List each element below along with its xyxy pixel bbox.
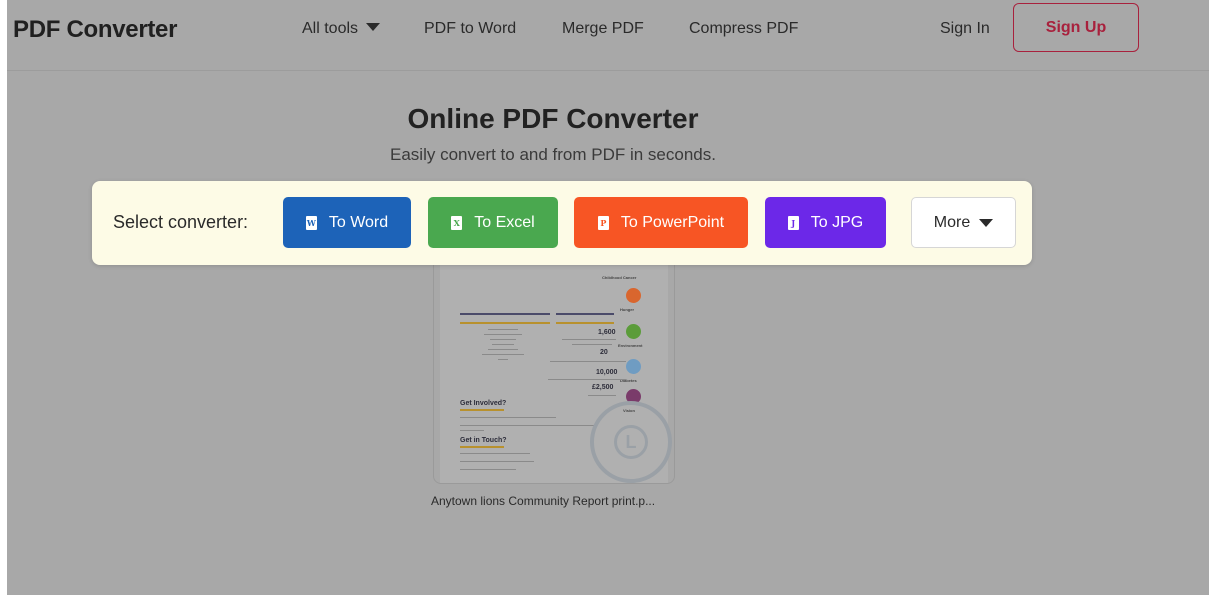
- doc-text-line: [562, 339, 616, 340]
- sign-up-button[interactable]: Sign Up: [1013, 3, 1139, 52]
- word-icon: W: [305, 215, 317, 230]
- sign-in-link[interactable]: Sign In: [940, 20, 990, 38]
- to-word-label: To Word: [328, 213, 389, 231]
- icon-label: Hunger: [620, 307, 634, 312]
- icon-label: Environment: [618, 343, 643, 348]
- doc-heading: Get Involved?: [460, 400, 507, 407]
- powerpoint-icon: P: [597, 215, 609, 230]
- doc-text-line: [572, 344, 612, 345]
- to-excel-label: To Excel: [474, 213, 535, 231]
- converter-bar: Select converter: W To Word X To Excel P…: [92, 181, 1032, 265]
- doc-text-line: [550, 361, 626, 362]
- nav-all-tools-label: All tools: [302, 20, 359, 37]
- doc-underline: [556, 322, 614, 324]
- to-jpg-label: To JPG: [810, 213, 864, 231]
- page-title: Online PDF Converter: [407, 103, 699, 134]
- doc-text-line: [460, 461, 534, 462]
- page-subtitle: Easily convert to and from PDF in second…: [390, 145, 716, 164]
- diabetes-icon: [626, 359, 641, 374]
- file-name: Anytown lions Community Report print.p..…: [431, 494, 656, 508]
- nav-pdf-to-word[interactable]: PDF to Word: [424, 20, 516, 38]
- doc-heading: Get in Touch?: [460, 437, 507, 444]
- more-button[interactable]: More: [911, 197, 1016, 248]
- nav-all-tools[interactable]: All tools: [302, 20, 381, 38]
- jpg-icon: J: [787, 215, 799, 230]
- stat-number: 1,600: [598, 329, 616, 336]
- doc-heading-line: [460, 313, 550, 315]
- doc-text-line: [482, 354, 524, 355]
- environment-icon: [626, 324, 641, 339]
- doc-text-line: [488, 329, 518, 330]
- doc-text-line: [460, 430, 484, 431]
- page-overlay: PDF Converter All tools PDF to Word Merg…: [7, 0, 1209, 595]
- file-card[interactable]: Childhood Cancer Hunger Environment Diab…: [433, 240, 675, 484]
- to-powerpoint-label: To PowerPoint: [620, 213, 725, 231]
- to-powerpoint-button[interactable]: P To PowerPoint: [574, 197, 748, 248]
- to-word-button[interactable]: W To Word: [283, 197, 411, 248]
- doc-underline: [460, 446, 504, 448]
- nav-compress-pdf[interactable]: Compress PDF: [689, 20, 798, 38]
- doc-underline: [460, 322, 550, 324]
- excel-icon: X: [451, 215, 463, 230]
- doc-text-line: [492, 344, 514, 345]
- nav-merge-pdf[interactable]: Merge PDF: [562, 20, 644, 38]
- lions-logo: L: [590, 401, 672, 483]
- doc-text-line: [484, 334, 522, 335]
- doc-text-line: [498, 359, 508, 360]
- doc-text-line: [460, 417, 556, 418]
- stat-number: £2,500: [592, 384, 614, 391]
- doc-text-line: [460, 425, 596, 426]
- icon-label: Childhood Cancer: [602, 275, 637, 280]
- doc-text-line: [490, 339, 516, 340]
- caret-down-icon: [979, 218, 994, 227]
- doc-text-line: [460, 453, 530, 454]
- hunger-icon: [626, 288, 641, 303]
- doc-text-line: [460, 469, 516, 470]
- to-excel-button[interactable]: X To Excel: [428, 197, 558, 248]
- doc-text-line: [488, 349, 518, 350]
- stat-number: 20: [600, 349, 608, 356]
- header: PDF Converter All tools PDF to Word Merg…: [7, 0, 1209, 71]
- doc-underline: [460, 409, 504, 411]
- caret-down-icon: [366, 23, 381, 31]
- to-jpg-button[interactable]: J To JPG: [765, 197, 886, 248]
- more-label: More: [933, 213, 971, 231]
- pdf-preview-thumbnail: Childhood Cancer Hunger Environment Diab…: [440, 241, 672, 483]
- doc-text-line: [548, 379, 626, 380]
- doc-heading-line: [556, 313, 614, 315]
- lions-logo-letter: L: [614, 425, 648, 459]
- doc-text-line: [588, 395, 616, 396]
- logo[interactable]: PDF Converter: [13, 16, 177, 44]
- stat-number: 10,000: [596, 369, 618, 376]
- select-converter-label: Select converter:: [113, 212, 249, 232]
